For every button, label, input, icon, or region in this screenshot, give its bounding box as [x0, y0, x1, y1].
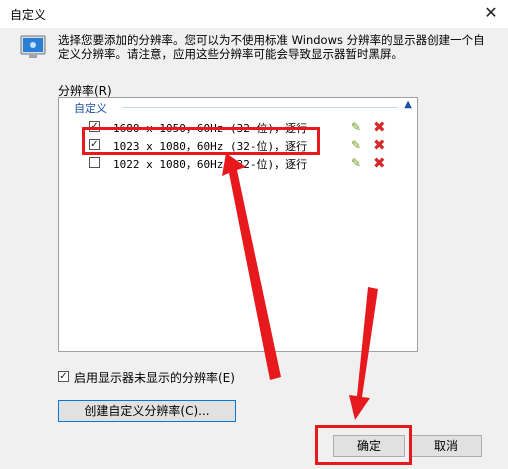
- delete-icon[interactable]: ✖: [373, 136, 386, 154]
- section-divider: [122, 107, 398, 108]
- show-unsupported-label: 启用显示器未显示的分辨率(E): [74, 371, 235, 385]
- title-bar: 自定义 ✕: [0, 0, 508, 28]
- resolution-checkbox[interactable]: [89, 157, 100, 168]
- annotation-box-ok: [315, 425, 412, 465]
- monitor-icon: [20, 35, 46, 58]
- resolution-item[interactable]: 1022 x 1080，60Hz (32-位)，逐行 ✎ ✖: [89, 154, 389, 172]
- pencil-icon[interactable]: ✎: [351, 156, 361, 170]
- create-custom-resolution-button[interactable]: 创建自定义分辨率(C)...: [58, 400, 236, 422]
- chevron-up-icon[interactable]: ▲: [404, 99, 412, 110]
- delete-icon[interactable]: ✖: [373, 118, 386, 136]
- show-unsupported-checkbox[interactable]: ✓: [58, 371, 69, 382]
- annotation-box-selected-row: [82, 127, 320, 155]
- delete-icon[interactable]: ✖: [373, 154, 386, 172]
- resolution-label: 1022 x 1080，60Hz (32-位)，逐行: [113, 158, 308, 171]
- pencil-icon[interactable]: ✎: [351, 138, 361, 152]
- custom-section-header[interactable]: 自定义 ▲: [60, 99, 416, 115]
- dialog-description: 选择您要添加的分辨率。您可以为不使用标准 Windows 分辨率的显示器创建一个…: [58, 33, 485, 61]
- section-label: 自定义: [74, 102, 107, 115]
- pencil-icon[interactable]: ✎: [351, 120, 361, 134]
- custom-resolution-dialog: 自定义 ✕ 选择您要添加的分辨率。您可以为不使用标准 Windows 分辨率的显…: [0, 0, 508, 469]
- cancel-button[interactable]: 取消: [410, 435, 482, 457]
- close-icon[interactable]: ✕: [474, 0, 508, 28]
- window-title: 自定义: [10, 8, 47, 22]
